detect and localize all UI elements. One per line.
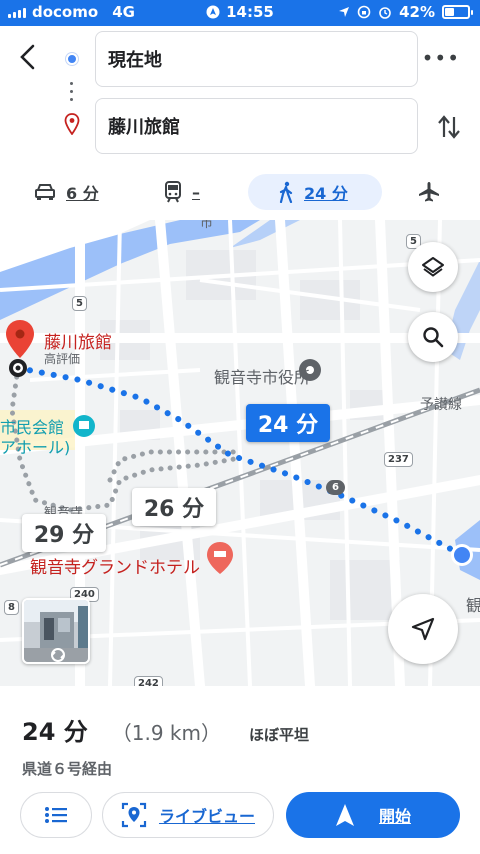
live-view-button[interactable]: ライブビュー — [102, 792, 274, 838]
more-options-button[interactable]: ••• — [422, 46, 460, 70]
mode-flight[interactable] — [418, 174, 440, 210]
navigation-icon — [335, 804, 354, 826]
live-view-icon — [121, 802, 147, 828]
back-arrow-icon — [20, 44, 35, 70]
walk-icon — [279, 181, 293, 203]
road-shield: 6 — [326, 480, 345, 495]
navigation-status-icon — [206, 5, 220, 19]
destination-field[interactable]: 藤川旅館 — [95, 98, 418, 154]
mode-car-label: 6 分 — [66, 184, 99, 203]
route-summary-sheet: 24 分 （1.9 km） ほぼ平坦 県道６号経由 ライブビュー 開始 — [0, 686, 480, 854]
more-vert-icon: ••• — [421, 46, 460, 70]
route-terrain: ほぼ平坦 — [249, 726, 310, 744]
road-shield: 8 — [4, 600, 19, 615]
battery-percent: 42% — [399, 3, 435, 21]
destination-rating: 高評価 — [44, 352, 81, 366]
mode-walk[interactable]: 24 分 — [248, 174, 382, 210]
destination-text: 藤川旅館 — [108, 117, 180, 138]
map-view[interactable]: 藤川旅館 高評価 観音寺市役所 予讃線 市民会館 アホール) 観音寺グランドホテ… — [0, 220, 480, 686]
destination-pin-icon — [64, 113, 80, 135]
origin-dot-icon — [66, 53, 78, 65]
route-time-primary[interactable]: 24 分 — [246, 404, 330, 442]
steps-button[interactable] — [20, 792, 92, 838]
travel-mode-bar: 6 分 – 24 分 — [0, 173, 480, 213]
swap-vert-icon — [438, 115, 460, 139]
mode-walk-label: 24 分 — [304, 184, 348, 203]
city-hall-label: 観音寺市役所 — [214, 368, 311, 387]
map-edge-label: 観 — [466, 596, 480, 615]
origin-text: 現在地 — [108, 50, 162, 71]
directions-panel: ••• 現在地 藤川旅館 6 分 – 24 分 — [0, 26, 480, 220]
live-view-label: ライブビュー — [158, 807, 255, 826]
status-bar: docomo 4G 14:55 42% — [0, 0, 480, 26]
car-icon — [35, 184, 55, 200]
airplane-icon — [419, 182, 439, 202]
recenter-button[interactable] — [388, 594, 458, 664]
hotel-label: 観音寺グランドホテル — [30, 558, 200, 578]
mode-car[interactable]: 6 分 — [34, 174, 99, 210]
route-dots-icon — [70, 82, 74, 106]
railway-line-label: 予讃線 — [420, 397, 462, 413]
clock: 14:55 — [226, 3, 274, 21]
train-icon — [165, 181, 181, 203]
street-view-image — [24, 600, 88, 662]
street-view-thumbnail[interactable] — [22, 598, 90, 664]
route-distance: （1.9 km） — [111, 721, 221, 745]
route-via: 県道６号経由 — [22, 760, 113, 778]
swap-button[interactable] — [436, 112, 462, 142]
start-navigation-button[interactable]: 開始 — [286, 792, 460, 838]
origin-field[interactable]: 現在地 — [95, 31, 418, 87]
search-along-route-button[interactable] — [408, 312, 458, 362]
list-icon — [45, 807, 67, 823]
layers-button[interactable] — [408, 242, 458, 292]
civic-center-sub: アホール) — [0, 438, 71, 457]
road-shield: 5 — [72, 296, 87, 311]
navigation-arrow-icon — [411, 617, 435, 641]
layers-icon — [422, 257, 444, 277]
route-summary: 24 分 （1.9 km） ほぼ平坦 — [22, 712, 309, 747]
top-fragment-label: 市 — [200, 220, 214, 231]
mode-transit[interactable]: – — [164, 174, 200, 210]
road-shield: 242 — [134, 676, 163, 686]
alarm-icon — [379, 7, 391, 19]
location-arrow-icon — [339, 7, 350, 17]
battery-icon — [442, 5, 473, 19]
route-time-alt-2[interactable]: 29 分 — [22, 514, 106, 552]
rotation-lock-icon — [357, 5, 371, 19]
search-icon — [423, 327, 444, 348]
mode-transit-label: – — [192, 182, 200, 202]
route-duration: 24 分 — [22, 718, 88, 746]
back-button[interactable] — [14, 42, 44, 72]
road-shield: 237 — [384, 452, 413, 467]
route-time-alt-1[interactable]: 26 分 — [132, 488, 216, 526]
start-label: 開始 — [378, 807, 411, 826]
